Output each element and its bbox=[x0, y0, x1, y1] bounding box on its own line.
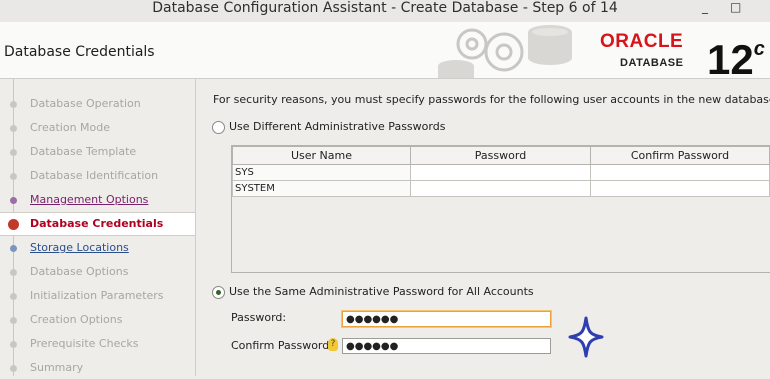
step-dot-icon bbox=[10, 173, 17, 180]
step-label: Creation Mode bbox=[30, 121, 111, 134]
oracle-logo-subtitle: DATABASE bbox=[620, 57, 684, 69]
version-number: 12 bbox=[707, 36, 754, 79]
current-step-icon bbox=[8, 219, 19, 230]
column-header-username[interactable]: User Name bbox=[232, 146, 411, 165]
confirm-password-cell[interactable] bbox=[590, 164, 770, 181]
intro-text: For security reasons, you must specify p… bbox=[213, 93, 770, 106]
step-database-operation: Database Operation bbox=[0, 93, 195, 115]
step-label: Summary bbox=[30, 361, 84, 374]
step-creation-options: Creation Options bbox=[0, 309, 195, 331]
page-title: Database Credentials bbox=[4, 44, 155, 60]
password-label: Password: bbox=[231, 311, 287, 324]
user-accounts-table-container: User Name Password Confirm Password SYS … bbox=[231, 145, 770, 273]
step-dot-icon bbox=[10, 317, 17, 324]
step-label[interactable]: Storage Locations bbox=[30, 241, 129, 254]
password-cell[interactable] bbox=[410, 164, 591, 181]
maximize-button[interactable]: □ bbox=[730, 0, 741, 14]
step-label: Database Identification bbox=[30, 169, 159, 182]
different-passwords-radio[interactable] bbox=[212, 121, 225, 134]
step-dot-icon bbox=[10, 341, 17, 348]
step-database-credentials: Database Credentials bbox=[0, 212, 195, 236]
step-database-template: Database Template bbox=[0, 141, 195, 163]
step-label[interactable]: Management Options bbox=[30, 193, 148, 206]
same-password-label[interactable]: Use the Same Administrative Password for… bbox=[229, 285, 534, 298]
step-creation-mode: Creation Mode bbox=[0, 117, 195, 139]
step-dot-icon bbox=[10, 149, 17, 156]
password-field[interactable]: ●●●●●● bbox=[342, 311, 551, 327]
step-label: Database Operation bbox=[30, 97, 141, 110]
step-database-options: Database Options bbox=[0, 261, 195, 283]
sparkle-cursor-icon bbox=[568, 316, 604, 358]
username-cell: SYS bbox=[232, 164, 411, 181]
step-label: Database Template bbox=[30, 145, 137, 158]
step-dot-icon bbox=[10, 269, 17, 276]
password-cell[interactable] bbox=[410, 180, 591, 197]
minimize-button[interactable]: _ bbox=[702, 0, 708, 14]
step-dot-icon bbox=[10, 293, 17, 300]
hint-icon[interactable]: ? bbox=[328, 338, 338, 351]
step-management-options[interactable]: Management Options bbox=[0, 189, 195, 211]
user-accounts-table: User Name Password Confirm Password SYS … bbox=[232, 146, 770, 197]
step-dot-icon bbox=[10, 365, 17, 372]
step-dot-icon bbox=[10, 101, 17, 108]
step-label: Creation Options bbox=[30, 313, 123, 326]
header-banner: Database Credentials ORACLE DATABASE 12c bbox=[0, 22, 770, 79]
step-prerequisite-checks: Prerequisite Checks bbox=[0, 333, 195, 355]
credentials-panel: For security reasons, you must specify p… bbox=[196, 79, 770, 376]
step-label: Initialization Parameters bbox=[30, 289, 164, 302]
step-dot-icon bbox=[10, 125, 17, 132]
oracle-logo: ORACLE bbox=[600, 31, 684, 52]
version-logo: 12c bbox=[707, 30, 765, 79]
step-label: Database Credentials bbox=[30, 217, 164, 230]
step-database-identification: Database Identification bbox=[0, 165, 195, 187]
step-dot-icon bbox=[10, 197, 17, 204]
step-dot-icon bbox=[10, 245, 17, 252]
different-passwords-label[interactable]: Use Different Administrative Passwords bbox=[229, 120, 445, 133]
version-suffix: c bbox=[753, 38, 765, 60]
confirm-password-cell[interactable] bbox=[590, 180, 770, 197]
column-header-confirm-password[interactable]: Confirm Password bbox=[590, 146, 770, 165]
step-label: Database Options bbox=[30, 265, 129, 278]
steps-sidebar: Database Operation Creation Mode Databas… bbox=[0, 79, 196, 376]
gears-graphic-icon bbox=[438, 25, 572, 78]
window-title: Database Configuration Assistant - Creat… bbox=[152, 0, 618, 16]
confirm-password-field[interactable]: ●●●●●● bbox=[342, 338, 551, 354]
confirm-password-label: Confirm Password: bbox=[231, 339, 333, 352]
table-row: SYSTEM bbox=[232, 180, 770, 197]
step-label: Prerequisite Checks bbox=[30, 337, 139, 350]
step-storage-locations[interactable]: Storage Locations bbox=[0, 237, 195, 259]
step-initialization-parameters: Initialization Parameters bbox=[0, 285, 195, 307]
same-password-radio[interactable] bbox=[212, 286, 225, 299]
window-titlebar: Database Configuration Assistant - Creat… bbox=[0, 0, 770, 23]
column-header-password[interactable]: Password bbox=[410, 146, 591, 165]
username-cell: SYSTEM bbox=[232, 180, 411, 197]
table-row: SYS bbox=[232, 164, 770, 181]
